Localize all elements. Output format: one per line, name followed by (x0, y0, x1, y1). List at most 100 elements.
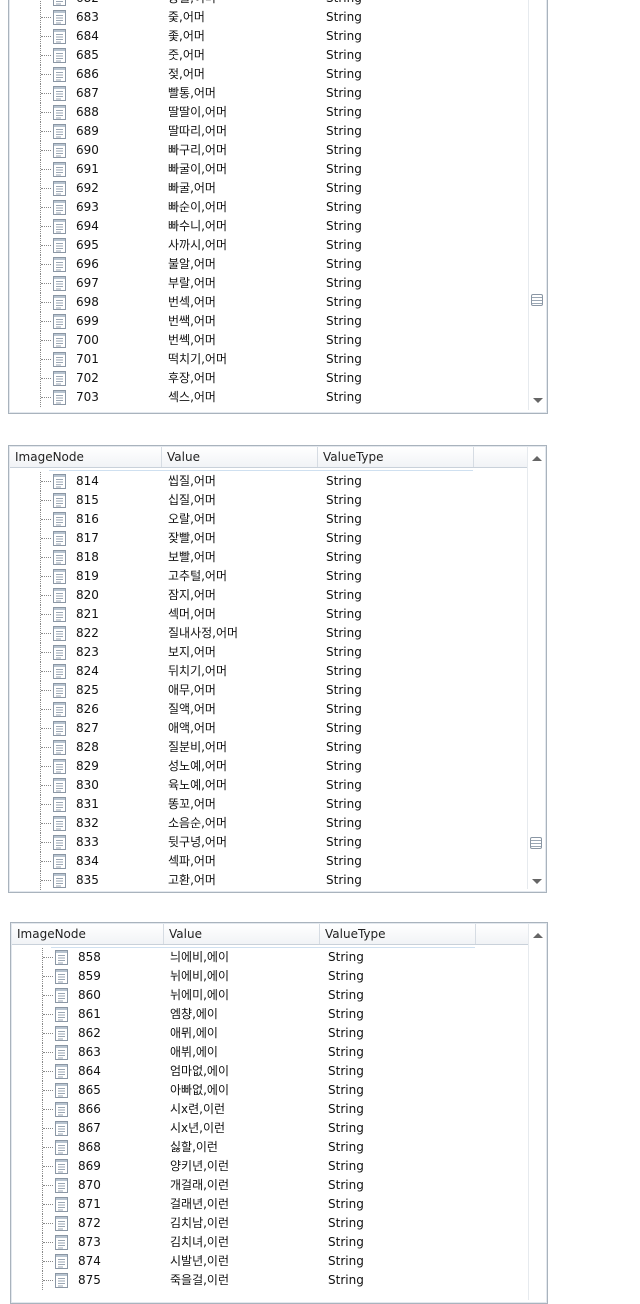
tree-row[interactable]: 826 질액,어머 String (10, 700, 530, 719)
tree-row[interactable]: 815 십질,어머 String (10, 491, 530, 510)
tree-row[interactable]: 686 젖,어머 String (10, 65, 530, 84)
header-imagenode[interactable]: ImageNode (12, 924, 164, 944)
scroll-up-arrow-icon[interactable] (532, 456, 542, 461)
tree-row[interactable]: 819 고추털,어머 String (10, 567, 530, 586)
tree-row[interactable]: 685 줏,어머 String (10, 46, 530, 65)
document-icon (53, 702, 66, 717)
scroll-down-arrow-icon[interactable] (533, 398, 543, 403)
tree-row[interactable]: 688 딸딸이,어머 String (10, 103, 530, 122)
tree-row[interactable]: 832 소음순,어머 String (10, 814, 530, 833)
header-value[interactable]: Value (164, 924, 320, 944)
tree-row[interactable]: 693 빠순이,어머 String (10, 198, 530, 217)
tree-row[interactable]: 833 뒷구녕,어머 String (10, 833, 530, 852)
tree-row[interactable]: 822 질내사정,어머 String (10, 624, 530, 643)
tree-row[interactable]: 824 뒤치기,어머 String (10, 662, 530, 681)
tree-row[interactable]: 863 애뷔,에이 String (12, 1043, 532, 1062)
tree-row[interactable]: 874 시발년,이런 String (12, 1252, 532, 1271)
node-value-type: String (328, 1140, 364, 1154)
tree-row[interactable]: 697 부랄,어머 String (10, 274, 530, 293)
tree-row[interactable]: 690 빠구리,어머 String (10, 141, 530, 160)
tree-row[interactable]: 818 보빨,어머 String (10, 548, 530, 567)
tree-line (41, 131, 51, 132)
tree-row[interactable]: 858 늬에비,에이 String (12, 948, 532, 967)
vertical-scrollbar[interactable] (528, 0, 546, 410)
tree-row[interactable]: 699 번쌕,어머 String (10, 312, 530, 331)
tree-row[interactable]: 695 사까시,어머 String (10, 236, 530, 255)
tree-row[interactable]: 698 번섹,어머 String (10, 293, 530, 312)
tree-row[interactable]: 862 애뮈,에이 String (12, 1024, 532, 1043)
tree-row[interactable]: 860 뉘에미,에이 String (12, 986, 532, 1005)
document-icon (53, 531, 66, 546)
tree-list-panel-3[interactable]: ImageNode Value ValueType 858 늬에비,에이 Strin… (10, 922, 548, 1304)
tree-row[interactable]: 692 빠굴,어머 String (10, 179, 530, 198)
node-id: 691 (76, 162, 99, 176)
header-valuetype[interactable]: ValueType (318, 447, 474, 467)
tree-row[interactable]: 875 죽을걸,이런 String (12, 1271, 532, 1290)
tree-row[interactable]: 689 딸따리,어머 String (10, 122, 530, 141)
tree-row[interactable]: 683 줒,어머 String (10, 8, 530, 27)
tree-row[interactable]: 869 양키년,이런 String (12, 1157, 532, 1176)
node-id: 689 (76, 124, 99, 138)
header-value[interactable]: Value (162, 447, 318, 467)
tree-row[interactable]: 691 빠굴이,어머 String (10, 160, 530, 179)
document-icon (55, 1254, 68, 1269)
tree-line (43, 1280, 53, 1281)
tree-list-panel-2[interactable]: ImageNode Value ValueType 814 씹질,어머 String… (8, 445, 547, 893)
node-value: 김치남,이런 (170, 1216, 230, 1230)
tree-row[interactable]: 831 똥꼬,어머 String (10, 795, 530, 814)
tree-row[interactable]: 823 보지,어머 String (10, 643, 530, 662)
tree-row[interactable]: 684 좇,어머 String (10, 27, 530, 46)
tree-row[interactable]: 866 시x련,이런 String (12, 1100, 532, 1119)
node-value: 뒤치기,어머 (168, 664, 228, 678)
tree-row[interactable]: 696 불알,어머 String (10, 255, 530, 274)
tree-row[interactable]: 821 섹머,어머 String (10, 605, 530, 624)
tree-row[interactable]: 873 김치녀,이런 String (12, 1233, 532, 1252)
tree-row[interactable]: 687 빨통,어머 String (10, 84, 530, 103)
tree-line (43, 1109, 53, 1110)
tree-row[interactable]: 870 개걸래,이런 String (12, 1176, 532, 1195)
scroll-up-arrow-icon[interactable] (533, 933, 543, 938)
node-value-type: String (328, 1159, 364, 1173)
node-value: 좇,어머 (168, 29, 205, 43)
node-value: 육노예,어머 (168, 778, 228, 792)
scroll-grip-icon[interactable] (530, 837, 542, 849)
tree-row[interactable]: 817 잦빨,어머 String (10, 529, 530, 548)
tree-row[interactable]: 694 빠수니,어머 String (10, 217, 530, 236)
tree-row[interactable]: 834 섹파,어머 String (10, 852, 530, 871)
node-value-type: String (328, 1102, 364, 1116)
tree-line (43, 1223, 53, 1224)
vertical-scrollbar[interactable] (527, 447, 545, 889)
tree-row[interactable]: 865 아빠없,에이 String (12, 1081, 532, 1100)
document-icon (55, 1102, 68, 1117)
tree-row[interactable]: 861 엠챵,에이 String (12, 1005, 532, 1024)
tree-row[interactable]: 825 애무,어머 String (10, 681, 530, 700)
scroll-down-arrow-icon[interactable] (532, 879, 542, 884)
tree-row[interactable]: 830 육노예,어머 String (10, 776, 530, 795)
scroll-grip-icon[interactable] (531, 294, 543, 306)
tree-row[interactable]: 867 시x년,이런 String (12, 1119, 532, 1138)
tree-row[interactable]: 872 김치남,이런 String (12, 1214, 532, 1233)
node-value-type: String (326, 162, 362, 176)
tree-row[interactable]: 835 고환,어머 String (10, 871, 530, 890)
tree-row[interactable]: 701 떡치기,어머 String (10, 350, 530, 369)
header-imagenode[interactable]: ImageNode (10, 447, 162, 467)
tree-list-panel-1[interactable]: 682 뭉퀄,어머 String 683 줒,어머 String 684 좇,어머 String… (8, 0, 548, 414)
tree-row[interactable]: 820 잠지,어머 String (10, 586, 530, 605)
header-valuetype[interactable]: ValueType (320, 924, 476, 944)
tree-row[interactable]: 816 오랄,어머 String (10, 510, 530, 529)
tree-row[interactable]: 814 씹질,어머 String (10, 472, 530, 491)
tree-row[interactable]: 700 번쎅,어머 String (10, 331, 530, 350)
tree-row[interactable]: 703 섹스,어머 String (10, 388, 530, 407)
tree-row[interactable]: 682 뭉퀄,어머 String (10, 0, 530, 8)
tree-row[interactable]: 828 질분비,어머 String (10, 738, 530, 757)
tree-line (41, 74, 51, 75)
tree-row[interactable]: 868 싫할,이런 String (12, 1138, 532, 1157)
tree-row[interactable]: 864 엄마없,에이 String (12, 1062, 532, 1081)
tree-row[interactable]: 871 걸래년,이런 String (12, 1195, 532, 1214)
tree-row[interactable]: 702 후장,어머 String (10, 369, 530, 388)
vertical-scrollbar[interactable] (528, 924, 546, 1300)
node-value-type: String (328, 1083, 364, 1097)
tree-row[interactable]: 827 애액,어머 String (10, 719, 530, 738)
tree-row[interactable]: 859 뉘에비,에이 String (12, 967, 532, 986)
tree-row[interactable]: 829 성노예,어머 String (10, 757, 530, 776)
